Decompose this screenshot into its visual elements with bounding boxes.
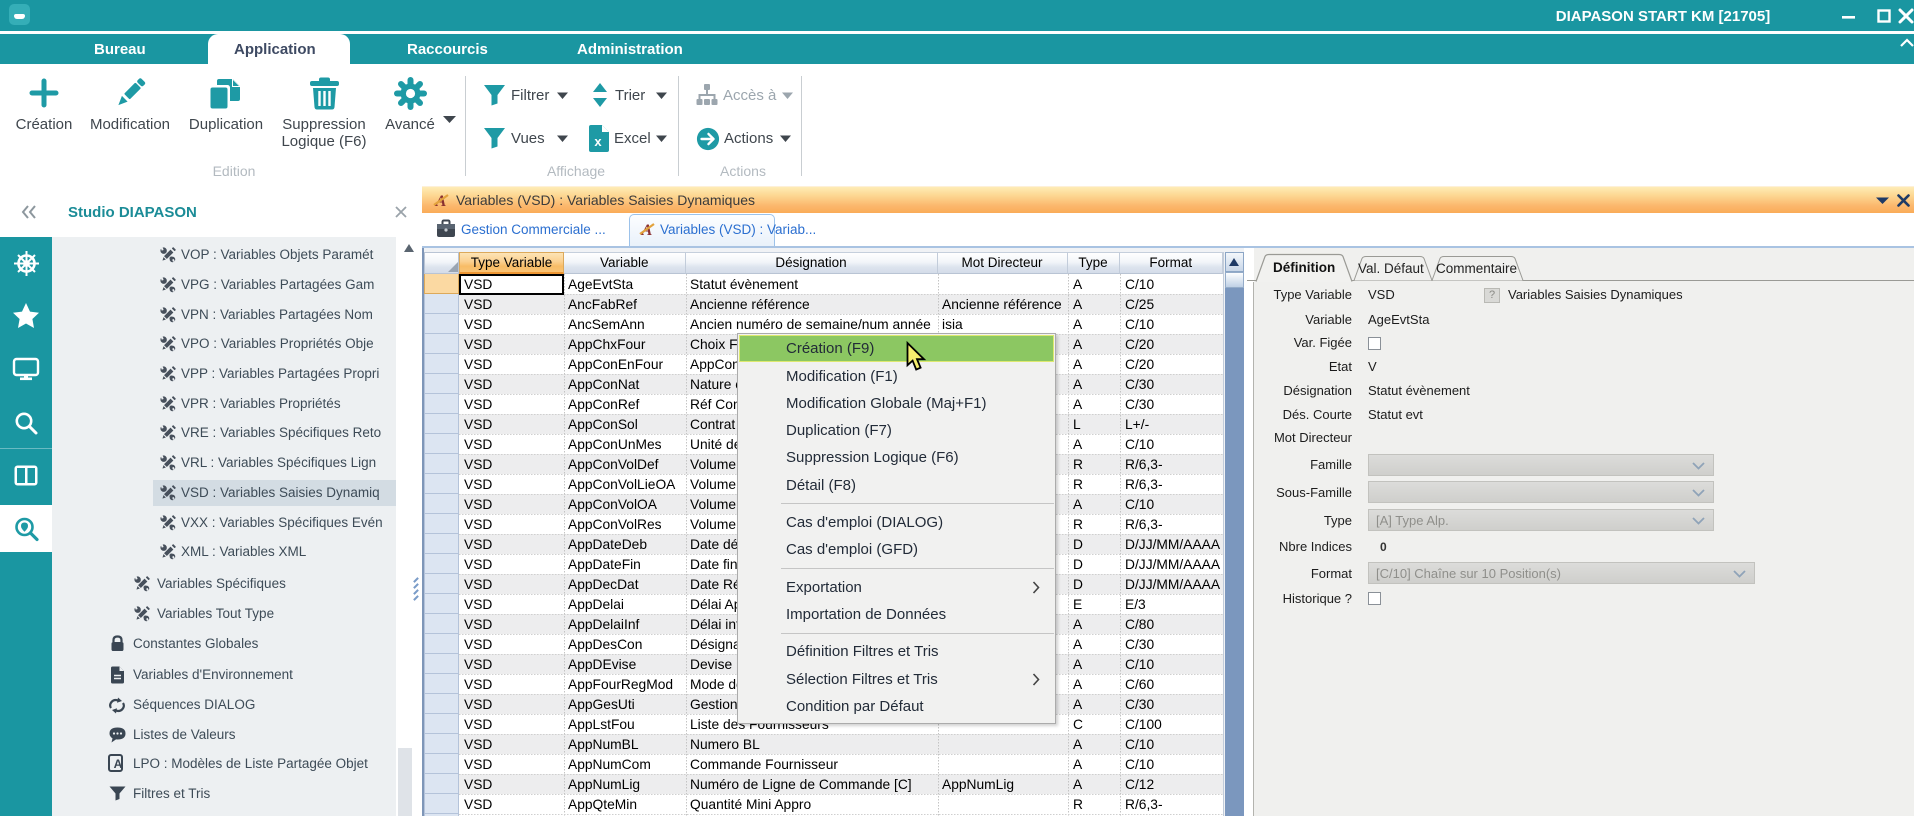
svg-text:A: A (114, 757, 123, 771)
svg-text:x: x (594, 134, 602, 149)
